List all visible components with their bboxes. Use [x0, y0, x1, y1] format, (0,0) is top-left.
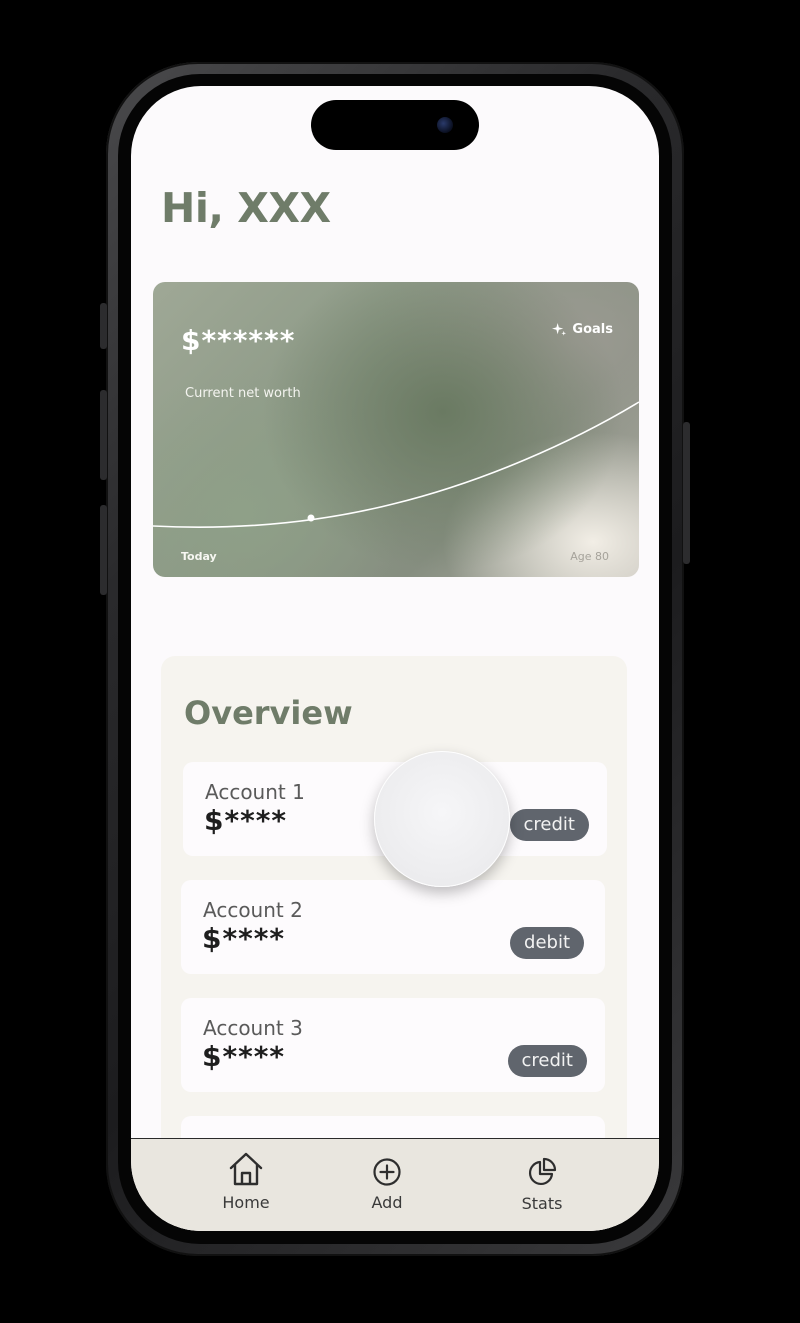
tab-home-label: Home [222, 1193, 270, 1212]
account-balance: $**** [202, 922, 286, 955]
net-worth-label: Current net worth [185, 386, 301, 401]
account-name: Account 1 [205, 780, 305, 804]
account-card[interactable]: Account 2 $**** debit [181, 880, 605, 974]
account-type-badge: credit [509, 809, 589, 841]
home-icon [228, 1151, 264, 1187]
timeline-end-label: Age 80 [570, 550, 609, 563]
sparkle-icon [552, 322, 567, 337]
account-balance: $**** [204, 804, 288, 837]
account-card[interactable]: Account 3 $**** credit [181, 998, 605, 1092]
tab-stats[interactable]: Stats [497, 1156, 587, 1213]
action-button [100, 303, 107, 349]
tab-add[interactable]: Add [342, 1157, 432, 1212]
tab-add-label: Add [371, 1193, 403, 1212]
greeting-title: Hi, XXX [161, 184, 331, 232]
power-button [683, 422, 690, 564]
plus-circle-icon [372, 1157, 402, 1187]
account-type-badge: debit [510, 927, 584, 959]
touch-indicator [374, 751, 510, 887]
account-name: Account 3 [203, 1016, 303, 1040]
tab-bar: Home Add Stats [131, 1138, 659, 1231]
pie-chart-icon [526, 1156, 558, 1188]
tab-stats-label: Stats [521, 1194, 563, 1213]
account-balance: $**** [202, 1040, 286, 1073]
goals-label: Goals [572, 322, 613, 337]
app-screen: Hi, XXX $****** Current net worth Goals … [131, 86, 659, 1231]
timeline-start-label: Today [181, 550, 217, 563]
volume-up-button [100, 390, 107, 480]
current-point-marker [307, 514, 315, 522]
net-worth-amount: $****** [181, 324, 296, 357]
front-camera [437, 117, 453, 133]
account-type-badge: credit [507, 1045, 587, 1077]
dynamic-island [311, 100, 479, 150]
account-name: Account 2 [203, 898, 303, 922]
volume-down-button [100, 505, 107, 595]
net-worth-card[interactable]: $****** Current net worth Goals Today Ag… [153, 282, 639, 577]
tab-home[interactable]: Home [201, 1151, 291, 1212]
goals-button[interactable]: Goals [552, 322, 613, 337]
overview-title: Overview [184, 694, 353, 732]
